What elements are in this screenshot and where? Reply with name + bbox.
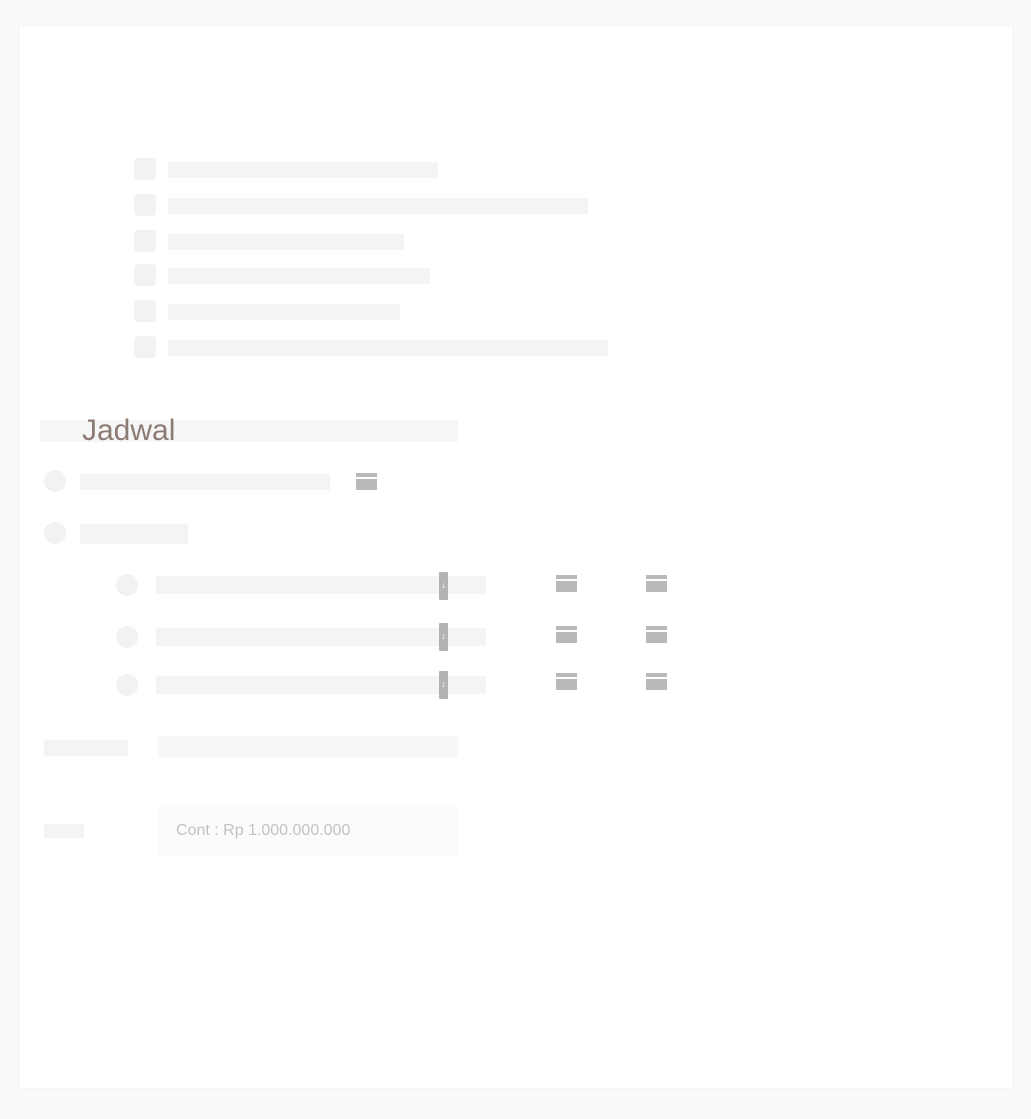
- radio-option[interactable]: [116, 574, 138, 596]
- radio-option[interactable]: [44, 522, 66, 544]
- checkbox[interactable]: [134, 300, 156, 322]
- calendar-icon[interactable]: [556, 673, 577, 690]
- row-label-placeholder: [156, 676, 486, 694]
- radio-label-placeholder: [80, 474, 330, 490]
- list-item-placeholder: [168, 234, 404, 250]
- row-label-placeholder: [156, 628, 486, 646]
- calendar-icon[interactable]: [646, 673, 667, 690]
- download-icon[interactable]: ↓: [439, 572, 448, 600]
- calendar-icon[interactable]: [646, 575, 667, 592]
- list-item-placeholder: [168, 162, 438, 178]
- checkbox[interactable]: [134, 230, 156, 252]
- radio-option[interactable]: [116, 626, 138, 648]
- radio-label-placeholder: [80, 524, 188, 544]
- list-item-placeholder: [168, 268, 430, 284]
- checkbox[interactable]: [134, 194, 156, 216]
- calendar-icon[interactable]: [556, 575, 577, 592]
- calendar-icon[interactable]: [556, 626, 577, 643]
- field-label-placeholder: [44, 740, 128, 756]
- checkbox[interactable]: [134, 158, 156, 180]
- download-icon[interactable]: ↓: [439, 671, 448, 699]
- list-item-placeholder: [168, 304, 400, 320]
- list-item-placeholder: [168, 198, 588, 214]
- calendar-icon[interactable]: [646, 626, 667, 643]
- field-label-placeholder: [44, 824, 84, 838]
- download-icon[interactable]: ↓: [439, 623, 448, 651]
- radio-option[interactable]: [116, 674, 138, 696]
- row-label-placeholder: [156, 576, 486, 594]
- form-card: [20, 26, 1012, 1088]
- list-item-placeholder: [168, 340, 608, 356]
- calendar-icon[interactable]: [356, 473, 377, 490]
- budget-input-placeholder: Cont : Rp 1.000.000.000: [176, 822, 351, 839]
- text-input[interactable]: [158, 736, 458, 758]
- radio-option[interactable]: [44, 470, 66, 492]
- schedule-heading: Jadwal: [82, 414, 176, 447]
- checkbox[interactable]: [134, 336, 156, 358]
- checkbox[interactable]: [134, 264, 156, 286]
